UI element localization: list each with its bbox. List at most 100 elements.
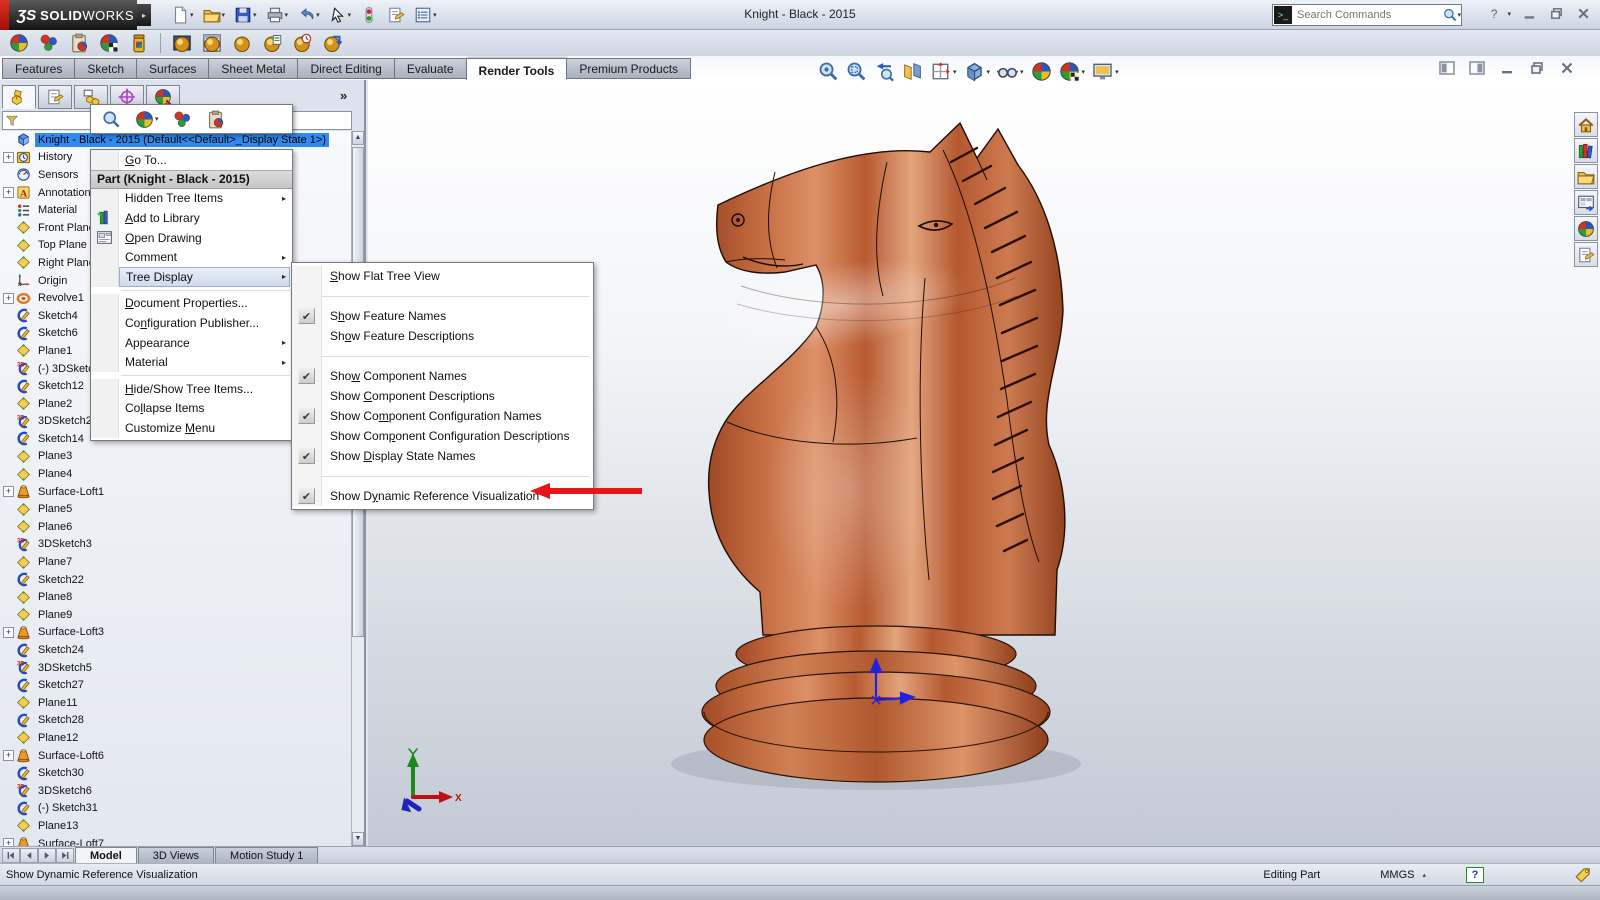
quick-tips-button[interactable]: ? — [1466, 867, 1484, 883]
tab-render-tools[interactable]: Render Tools — [466, 58, 567, 82]
submenu-item-show-feature-names[interactable]: ✔Show Feature Names — [292, 306, 593, 326]
view-orientation-dropdown-icon[interactable]: ▾ — [953, 68, 957, 76]
menu-item-customize-menu[interactable]: Customize Menu — [91, 418, 292, 438]
tree-item-surface-loft7[interactable]: +Surface-Loft7 — [0, 835, 352, 846]
checked-checkbox-icon[interactable]: ✔ — [298, 408, 315, 424]
display-style-dropdown-icon[interactable]: ▾ — [987, 68, 991, 76]
undo-dropdown-icon[interactable]: ▾ — [316, 11, 320, 19]
submenu-item-show-component-names[interactable]: ✔Show Component Names — [292, 366, 593, 386]
integrated-preview-button[interactable] — [169, 31, 195, 55]
menu-item-configuration-publisher[interactable]: Configuration Publisher... — [91, 313, 292, 333]
zoom-fit-button[interactable] — [818, 61, 839, 82]
view-palette-tab[interactable] — [1574, 190, 1598, 215]
select-cursor-button[interactable]: ▾ — [326, 3, 355, 27]
doc-tab-motion-study-1[interactable]: Motion Study 1 — [215, 847, 318, 863]
decal-jar-button[interactable] — [126, 31, 152, 55]
tree-item-plane7[interactable]: Plane7 — [0, 553, 352, 571]
help-dropdown-icon[interactable]: ▾ — [1507, 10, 1511, 18]
save-button[interactable]: ▾ — [231, 3, 260, 27]
ctx-paste-appearance-button[interactable] — [203, 107, 228, 131]
menu-item-hide-show-tree-items[interactable]: Hide/Show Tree Items... — [91, 379, 292, 399]
units-selector[interactable]: MMGS — [1380, 869, 1414, 881]
doc-minimize-button[interactable] — [1498, 60, 1516, 76]
design-library-tab[interactable] — [1574, 138, 1598, 163]
doc-restore-button[interactable] — [1528, 60, 1546, 76]
menu-item-go-to[interactable]: Go To... — [91, 150, 292, 170]
doc-close-button[interactable] — [1558, 60, 1576, 76]
restore-button[interactable] — [1548, 6, 1565, 21]
checked-checkbox-icon[interactable]: ✔ — [298, 308, 315, 324]
ctx-magnifier-button[interactable] — [99, 107, 124, 131]
open-folder-dropdown-icon[interactable]: ▾ — [222, 11, 226, 19]
appearance-ball-button[interactable] — [6, 31, 32, 55]
submenu-item-show-flat-tree-view[interactable]: Show Flat Tree View — [292, 266, 593, 286]
help-button[interactable]: ? — [1491, 7, 1498, 21]
first-tab-icon[interactable] — [2, 848, 20, 863]
close-button[interactable] — [1575, 6, 1592, 21]
section-view-button[interactable] — [902, 61, 923, 82]
previous-view-button[interactable] — [874, 61, 895, 82]
submenu-item-show-component-descriptions[interactable]: Show Component Descriptions — [292, 386, 593, 406]
hide-show-items-dropdown-icon[interactable]: ▾ — [1020, 68, 1024, 76]
tree-item-sketch22[interactable]: Sketch22 — [0, 571, 352, 589]
submenu-item-show-feature-descriptions[interactable]: Show Feature Descriptions — [292, 326, 593, 346]
tag-icon[interactable] — [1574, 866, 1592, 884]
view-orientation-button[interactable]: ▾ — [930, 61, 957, 82]
tree-item-sketch28[interactable]: Sketch28 — [0, 712, 352, 730]
tab-evaluate[interactable]: Evaluate — [394, 58, 466, 79]
schedule-render-button[interactable] — [289, 31, 315, 55]
tree-item-sketch27[interactable]: Sketch27 — [0, 676, 352, 694]
tree-item-plane6[interactable]: Plane6 — [0, 518, 352, 536]
menu-item-tree-display[interactable]: Tree Display▸ — [91, 267, 292, 287]
checked-checkbox-icon[interactable]: ✔ — [298, 448, 315, 464]
property-manager-tab-tab[interactable] — [38, 85, 72, 109]
appearances-pane-tab[interactable] — [1574, 216, 1598, 241]
tree-item-plane8[interactable]: Plane8 — [0, 588, 352, 606]
tab-premium-products[interactable]: Premium Products — [566, 58, 691, 79]
search-dropdown-icon[interactable]: ▾ — [1457, 11, 1461, 19]
tab-sheet-metal[interactable]: Sheet Metal — [208, 58, 297, 79]
save-dropdown-icon[interactable]: ▾ — [253, 11, 257, 19]
menu-item-collapse-items[interactable]: Collapse Items — [91, 399, 292, 419]
tab-features[interactable]: Features — [2, 58, 74, 79]
submenu-item-show-component-configuration-descriptions[interactable]: Show Component Configuration Description… — [292, 426, 593, 446]
expand-plus-icon[interactable]: + — [3, 627, 14, 638]
tree-item-sketch24[interactable]: Sketch24 — [0, 641, 352, 659]
tree-item-sketch30[interactable]: Sketch30 — [0, 764, 352, 782]
submenu-item-show-component-configuration-names[interactable]: ✔Show Component Configuration Names — [292, 406, 593, 426]
tree-item-3dsketch3[interactable]: 3D3DSketch3 — [0, 536, 352, 554]
tree-item-3dsketch5[interactable]: 3D3DSketch5 — [0, 659, 352, 677]
menu-item-comment[interactable]: Comment▸ — [91, 247, 292, 267]
ctx-dropdown-icon[interactable]: ▾ — [155, 115, 159, 123]
options-list-dropdown-icon[interactable]: ▾ — [433, 11, 437, 19]
minimize-button[interactable] — [1521, 6, 1538, 21]
units-dropdown-icon[interactable]: ▴ — [1422, 871, 1426, 879]
submenu-item-show-display-state-names[interactable]: ✔Show Display State Names — [292, 446, 593, 466]
paste-appearance-button[interactable] — [66, 31, 92, 55]
expand-plus-icon[interactable]: + — [3, 486, 14, 497]
search-input[interactable] — [1293, 9, 1443, 21]
options-list-button[interactable]: ▾ — [411, 3, 440, 27]
hide-show-items-button[interactable]: ▾ — [997, 61, 1024, 82]
doc-tab-model[interactable]: Model — [75, 847, 137, 863]
file-explorer-tab[interactable] — [1574, 164, 1598, 189]
print-dropdown-icon[interactable]: ▾ — [285, 11, 289, 19]
traffic-light-button[interactable] — [357, 3, 381, 27]
tree-item-surface-loft3[interactable]: +Surface-Loft3 — [0, 624, 352, 642]
feature-tree-tab-tab[interactable] — [2, 85, 36, 109]
tab-sketch[interactable]: Sketch — [74, 58, 136, 79]
appearances-button[interactable] — [36, 31, 62, 55]
view-settings-dropdown-icon[interactable]: ▾ — [1115, 68, 1119, 76]
tree-item-sketch31[interactable]: (-) Sketch31 — [0, 800, 352, 818]
pane-right-icon[interactable] — [1468, 60, 1486, 76]
expand-plus-icon[interactable]: + — [3, 838, 14, 846]
tree-item-plane11[interactable]: Plane11 — [0, 694, 352, 712]
scroll-down-icon[interactable]: ▼ — [352, 832, 364, 846]
menu-item-add-to-library[interactable]: Add to Library — [91, 208, 292, 228]
select-cursor-dropdown-icon[interactable]: ▾ — [348, 11, 352, 19]
print-button[interactable]: ▾ — [263, 3, 292, 27]
tree-item-3dsketch6[interactable]: 3D3DSketch6 — [0, 782, 352, 800]
menu-item-open-drawing[interactable]: Open Drawing — [91, 228, 292, 248]
view-settings-button[interactable]: ▾ — [1092, 61, 1119, 82]
last-tab-icon[interactable] — [56, 848, 74, 863]
